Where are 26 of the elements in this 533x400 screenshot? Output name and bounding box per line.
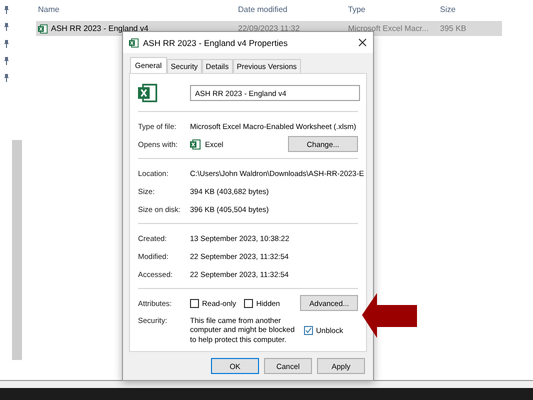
dialog-title: ASH RR 2023 - England v4 Properties [143,38,289,48]
file-name: ASH RR 2023 - England v4 [51,24,148,33]
file-size: 395 KB [439,24,468,33]
horizontal-scrollbar[interactable] [0,380,533,388]
pin-icon[interactable] [3,40,10,48]
pin-icon[interactable] [3,6,10,14]
pin-icon[interactable] [3,23,10,31]
pin-icon[interactable] [3,57,10,65]
close-icon[interactable] [358,38,367,47]
scrollbar[interactable] [12,140,22,360]
column-header[interactable]: Type [346,4,438,14]
file-type: Microsoft Excel Macr... [347,24,430,33]
checkbox[interactable] [304,326,313,335]
excel-document-icon [138,83,158,103]
excel-file-icon [129,38,139,48]
checkbox[interactable] [190,298,199,308]
column-header[interactable]: Name [36,4,236,14]
checkbox[interactable] [244,298,254,308]
column-header[interactable]: Date modified [236,4,346,14]
checkmark-icon [305,326,312,334]
excel-icon [190,138,201,150]
pin-icon[interactable] [3,74,10,82]
excel-file-icon [38,24,48,34]
file-date: 22/09/2023 11:32 [237,24,301,33]
column-header[interactable]: Size [438,4,498,14]
arrow-annotation [362,293,417,338]
